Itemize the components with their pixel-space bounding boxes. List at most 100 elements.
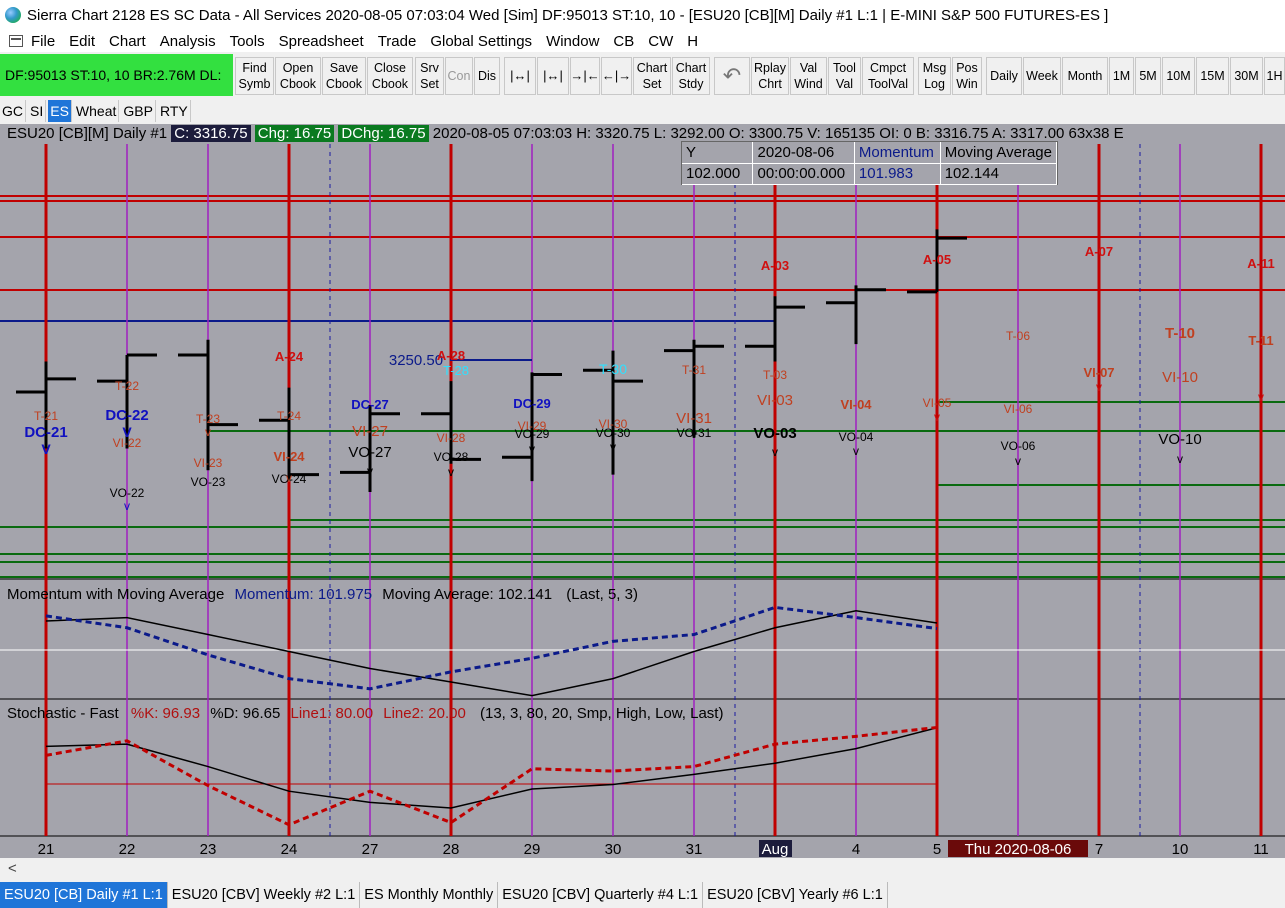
daily-change-value: DChg: 16.75 xyxy=(338,125,429,142)
chart-tabs: ESU20 [CB] Daily #1 L:1 ESU20 [CBV] Week… xyxy=(0,882,1285,908)
connection-status: DF:95013 ST:10, 10 BR:2.76M DL: xyxy=(0,54,233,96)
x-axis-label: 28 xyxy=(443,841,460,858)
period-10m-button[interactable]: 10M xyxy=(1162,57,1195,95)
chart-tab-es-monthly[interactable]: ES Monthly Monthly xyxy=(360,882,499,908)
period-week-button[interactable]: Week xyxy=(1023,57,1061,95)
marker-arrow: v xyxy=(448,465,454,479)
connect-button[interactable]: Con xyxy=(445,57,473,95)
stoch-study-args: (13, 3, 80, 20, Smp, High, Low, Last) xyxy=(479,705,724,722)
symbol-tab-si[interactable]: SI xyxy=(28,100,47,122)
period-30m-button[interactable]: 30M xyxy=(1230,57,1263,95)
menu-tools[interactable]: Tools xyxy=(230,33,265,50)
menu-global-settings[interactable]: Global Settings xyxy=(430,33,532,50)
server-settings-button[interactable]: Srv Set xyxy=(415,57,444,95)
chart-window[interactable]: 3250.50 T-21 DC-21 V T-22 DC-22 V VI-22 VO-22 T-2… xyxy=(0,124,1285,858)
close-cbook-button[interactable]: Close Cbook xyxy=(367,57,413,95)
toolbar: DF:95013 ST:10, 10 BR:2.76M DL: Find Symb… xyxy=(0,52,1285,98)
marker-label: VI-04 xyxy=(840,397,872,412)
menu-chart[interactable]: Chart xyxy=(109,33,146,50)
popup-momentum-value: 101.983 xyxy=(854,163,941,185)
stoch-line2-value: Line2: 20.00 xyxy=(383,705,466,722)
marker-label: DC-27 xyxy=(351,397,389,412)
stoch-d-value: %D: 96.65 xyxy=(210,705,281,722)
marker-label: T-10 xyxy=(1165,325,1195,342)
stoch-line1-value: Line1: 80.00 xyxy=(290,705,374,722)
positions-window-button[interactable]: Pos Win xyxy=(952,57,982,95)
system-menu-icon[interactable] xyxy=(9,35,23,47)
marker-label: VO-30 xyxy=(596,426,631,440)
period-1h-button[interactable]: 1H xyxy=(1264,57,1285,95)
x-axis-label: Aug xyxy=(762,841,789,858)
chart-settings-button[interactable]: Chart Set xyxy=(633,57,671,95)
period-15m-button[interactable]: 15M xyxy=(1196,57,1229,95)
symbol-tab-es[interactable]: ES xyxy=(48,100,72,122)
symbol-tab-gc[interactable]: GC xyxy=(0,100,26,122)
tool-values-popup[interactable]: Y 2020-08-06 Momentum Moving Average 102… xyxy=(681,141,1058,185)
x-axis-label: 24 xyxy=(281,841,298,858)
marker-label: A-07 xyxy=(1085,244,1113,259)
replay-chart-button[interactable]: Rplay Chrt xyxy=(751,57,789,95)
popup-label-moving-average: Moving Average xyxy=(940,142,1058,164)
chart-tab-quarterly[interactable]: ESU20 [CBV] Quarterly #4 L:1 xyxy=(498,882,704,908)
x-axis-label: 31 xyxy=(686,841,703,858)
chart-tab-weekly[interactable]: ESU20 [CBV] Weekly #2 L:1 xyxy=(168,882,361,908)
period-month-button[interactable]: Month xyxy=(1062,57,1108,95)
chart-tab-daily[interactable]: ESU20 [CB] Daily #1 L:1 xyxy=(0,882,168,908)
shrink-bars-icon[interactable]: →|← xyxy=(570,57,600,95)
marker-label: DC-22 xyxy=(105,407,148,424)
x-axis-label: 5 xyxy=(933,841,941,858)
zoom-out-icon[interactable]: |↔| xyxy=(504,57,536,95)
marker-label: T-11 xyxy=(1248,333,1273,348)
menu-h[interactable]: H xyxy=(687,33,698,50)
marker-label: T-21 xyxy=(34,409,58,423)
popup-moving-average-value: 102.144 xyxy=(940,163,1058,185)
value-window-button[interactable]: Val Wind xyxy=(790,57,827,95)
chart-scrollbar[interactable]: < xyxy=(0,858,1285,882)
chart-tab-yearly[interactable]: ESU20 [CBV] Yearly #6 L:1 xyxy=(703,882,888,908)
marker-arrow: v xyxy=(1096,380,1102,394)
popup-label-y: Y xyxy=(682,142,754,164)
menu-cb[interactable]: CB xyxy=(613,33,634,50)
app-globe-icon[interactable] xyxy=(5,7,21,23)
symbol-tab-rty[interactable]: RTY xyxy=(158,100,191,122)
undo-icon[interactable]: ↶ xyxy=(714,57,750,95)
period-5m-button[interactable]: 5M xyxy=(1135,57,1161,95)
menu-window[interactable]: Window xyxy=(546,33,599,50)
zoom-in-icon[interactable]: |↔| xyxy=(537,57,569,95)
scroll-left-icon[interactable]: < xyxy=(8,860,17,877)
save-cbook-button[interactable]: Save Cbook xyxy=(322,57,366,95)
marker-label: A-11 xyxy=(1247,256,1274,271)
close-value: C: 3316.75 xyxy=(171,125,251,142)
expand-bars-icon[interactable]: ←|→ xyxy=(601,57,632,95)
x-axis-label: 10 xyxy=(1172,841,1189,858)
menu-edit[interactable]: Edit xyxy=(69,33,95,50)
menu-trade[interactable]: Trade xyxy=(378,33,417,50)
marker-label: VO-27 xyxy=(348,444,391,461)
menu-analysis[interactable]: Analysis xyxy=(160,33,216,50)
open-cbook-button[interactable]: Open Cbook xyxy=(275,57,321,95)
x-axis-label: 7 xyxy=(1095,841,1103,858)
period-1m-button[interactable]: 1M xyxy=(1109,57,1134,95)
menu-file[interactable]: File xyxy=(31,33,55,50)
x-axis-label: 23 xyxy=(200,841,217,858)
momentum-study-name: Momentum with Moving Average xyxy=(7,586,225,603)
compact-toolvalues-button[interactable]: Cmpct ToolVal xyxy=(862,57,914,95)
marker-arrow: v xyxy=(691,427,697,441)
menu-cw[interactable]: CW xyxy=(648,33,673,50)
chart-header: ESU20 [CB][M] Daily #1 C: 3316.75 Chg: 1… xyxy=(0,124,1285,143)
chart-canvas[interactable]: 3250.50T-21DC-21VT-22DC-22VVI-22VO-22T-2… xyxy=(0,124,1285,858)
symbol-tab-wheat[interactable]: Wheat xyxy=(74,100,120,122)
symbol-tab-gbp[interactable]: GBP xyxy=(121,100,156,122)
message-log-button[interactable]: Msg Log xyxy=(918,57,951,95)
tool-values-button[interactable]: Tool Val xyxy=(828,57,861,95)
find-symbol-button[interactable]: Find Symb xyxy=(235,57,274,95)
period-daily-button[interactable]: Daily xyxy=(986,57,1022,95)
marker-label: VI-28 xyxy=(437,431,466,445)
disconnect-button[interactable]: Dis xyxy=(474,57,500,95)
title-bar: Sierra Chart 2128 ES SC Data - All Servi… xyxy=(0,0,1285,30)
symbol-tabs: GC SI ES Wheat GBP RTY xyxy=(0,98,1285,124)
popup-y-value: 102.000 xyxy=(682,163,754,185)
moving-average-line xyxy=(45,610,938,697)
menu-spreadsheet[interactable]: Spreadsheet xyxy=(279,33,364,50)
chart-studies-button[interactable]: Chart Stdy xyxy=(672,57,710,95)
